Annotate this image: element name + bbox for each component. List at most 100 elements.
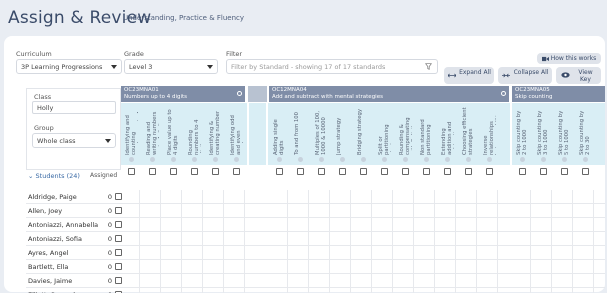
group-select[interactable]: Whole class <box>32 133 116 148</box>
expand-plus-icon[interactable] <box>424 157 429 162</box>
student-name[interactable]: Davies, Jaime <box>28 277 72 285</box>
grid-cell-divider <box>572 204 573 218</box>
expand-plus-icon[interactable] <box>382 157 387 162</box>
column-select-checkbox[interactable] <box>212 168 219 175</box>
filter-input[interactable]: Filter by Standard - showing 17 of 17 st… <box>226 59 438 74</box>
student-name[interactable]: Allen, Joey <box>28 207 62 215</box>
grid-cell-divider <box>434 260 435 274</box>
grade-select[interactable]: Level 3 <box>124 59 218 74</box>
expand-plus-icon[interactable] <box>583 157 588 162</box>
view-key-button[interactable]: View Key <box>556 67 601 84</box>
student-select-checkbox[interactable] <box>115 221 122 228</box>
grid-cell-divider <box>413 190 414 204</box>
expand-plus-icon[interactable] <box>192 157 197 162</box>
student-name[interactable]: Ayres, Angel <box>28 249 68 257</box>
student-select-checkbox[interactable] <box>115 277 122 284</box>
grid-cell-divider <box>497 232 498 246</box>
column-select-checkbox[interactable] <box>444 168 451 175</box>
student-select-checkbox[interactable] <box>115 263 122 270</box>
grid-cell-divider <box>371 204 372 218</box>
group-header-skip-counting[interactable]: OC23MNA05 Skip counting <box>512 86 605 102</box>
group-name: Skip counting <box>515 94 553 100</box>
student-name[interactable]: Antoniazzi, Sofia <box>28 235 82 243</box>
group-header-numbers[interactable]: OC23MNA01 Numbers up to 4 digits <box>121 86 245 102</box>
column-select-checkbox[interactable] <box>540 168 547 175</box>
expand-plus-icon[interactable] <box>129 157 134 162</box>
expand-plus-icon[interactable] <box>487 157 492 162</box>
student-select-checkbox[interactable] <box>115 249 122 256</box>
column-select-checkbox[interactable] <box>582 168 589 175</box>
expand-all-button[interactable]: Expand All <box>444 67 494 84</box>
expand-plus-icon[interactable] <box>150 157 155 162</box>
expand-plus-icon[interactable] <box>213 157 218 162</box>
column-select-checkbox[interactable] <box>170 168 177 175</box>
grid-cell-divider <box>308 260 309 274</box>
expand-plus-icon[interactable] <box>340 157 345 162</box>
how-this-works-label: How this works <box>550 55 597 62</box>
student-name[interactable]: Antoniazzi, Annabella <box>28 221 98 229</box>
expand-plus-icon[interactable] <box>234 157 239 162</box>
expand-plus-icon[interactable] <box>445 157 450 162</box>
grid-cell-divider <box>530 218 531 232</box>
student-select-checkbox[interactable] <box>115 207 122 214</box>
column-select-checkbox[interactable] <box>381 168 388 175</box>
grid-cell-divider <box>223 288 224 293</box>
student-name[interactable]: Aldridge, Paige <box>28 193 77 201</box>
column-select-checkbox[interactable] <box>149 168 156 175</box>
column-select-checkbox[interactable] <box>297 168 304 175</box>
column-select-checkbox[interactable] <box>486 168 493 175</box>
collapse-circle-icon[interactable] <box>501 91 506 96</box>
group-header-collapsed[interactable] <box>248 86 267 102</box>
column-select-checkbox[interactable] <box>339 168 346 175</box>
collapse-all-button[interactable]: Collapse All <box>498 67 552 84</box>
column-select-checkbox[interactable] <box>519 168 526 175</box>
assigned-count: 0 <box>107 221 112 229</box>
filter-label: Filter <box>226 50 243 58</box>
how-this-works-button[interactable]: How this works <box>537 53 601 64</box>
group-header-add-subtract[interactable]: OC12MNA04 Add and subtract with mental s… <box>269 86 509 102</box>
expand-plus-icon[interactable] <box>403 157 408 162</box>
expand-plus-icon[interactable] <box>520 157 525 162</box>
column-select-checkbox[interactable] <box>360 168 367 175</box>
column-select-checkbox[interactable] <box>276 168 283 175</box>
column-select-checkbox[interactable] <box>191 168 198 175</box>
expand-plus-icon[interactable] <box>171 157 176 162</box>
expand-plus-icon[interactable] <box>319 157 324 162</box>
student-name[interactable]: Bartlett, Ella <box>28 263 68 271</box>
class-field[interactable]: Holly <box>32 101 116 114</box>
grid-cell-divider <box>160 204 161 218</box>
column-select-checkbox[interactable] <box>128 168 135 175</box>
column-select-checkbox[interactable] <box>402 168 409 175</box>
curriculum-select[interactable]: 3P Learning Progressions <box>16 59 122 74</box>
expand-plus-icon[interactable] <box>466 157 471 162</box>
grid-cell-divider <box>434 288 435 293</box>
expand-plus-icon[interactable] <box>361 157 366 162</box>
students-header[interactable]: ⌄ Students (24) <box>28 172 80 180</box>
grid-cell-divider <box>287 232 288 246</box>
view-key-label: View Key <box>578 69 593 83</box>
grid-cell-divider <box>572 232 573 246</box>
grid-cell-divider <box>287 274 288 288</box>
expand-plus-icon[interactable] <box>298 157 303 162</box>
column-select-checkbox[interactable] <box>423 168 430 175</box>
student-select-checkbox[interactable] <box>115 235 122 242</box>
grid-cell-divider <box>181 190 182 204</box>
grid-cell-divider <box>244 260 245 274</box>
collapse-circle-icon[interactable] <box>237 91 242 96</box>
expand-plus-icon[interactable] <box>541 157 546 162</box>
expand-plus-icon[interactable] <box>277 157 282 162</box>
column-select-checkbox[interactable] <box>465 168 472 175</box>
student-select-checkbox[interactable] <box>115 193 122 200</box>
grid-cell-divider <box>329 246 330 260</box>
grid-cell-divider <box>593 190 594 204</box>
grid-cell-divider <box>551 274 552 288</box>
column-select-checkbox[interactable] <box>233 168 240 175</box>
standard-column-label: Skip counting by 2 to 30 <box>579 110 591 155</box>
column-select-checkbox[interactable] <box>318 168 325 175</box>
grid-cell-divider <box>287 190 288 204</box>
expand-plus-icon[interactable] <box>562 157 567 162</box>
grid-cell-divider <box>371 274 372 288</box>
grid-cell-divider <box>160 246 161 260</box>
grid-cell-divider <box>497 218 498 232</box>
column-select-checkbox[interactable] <box>561 168 568 175</box>
